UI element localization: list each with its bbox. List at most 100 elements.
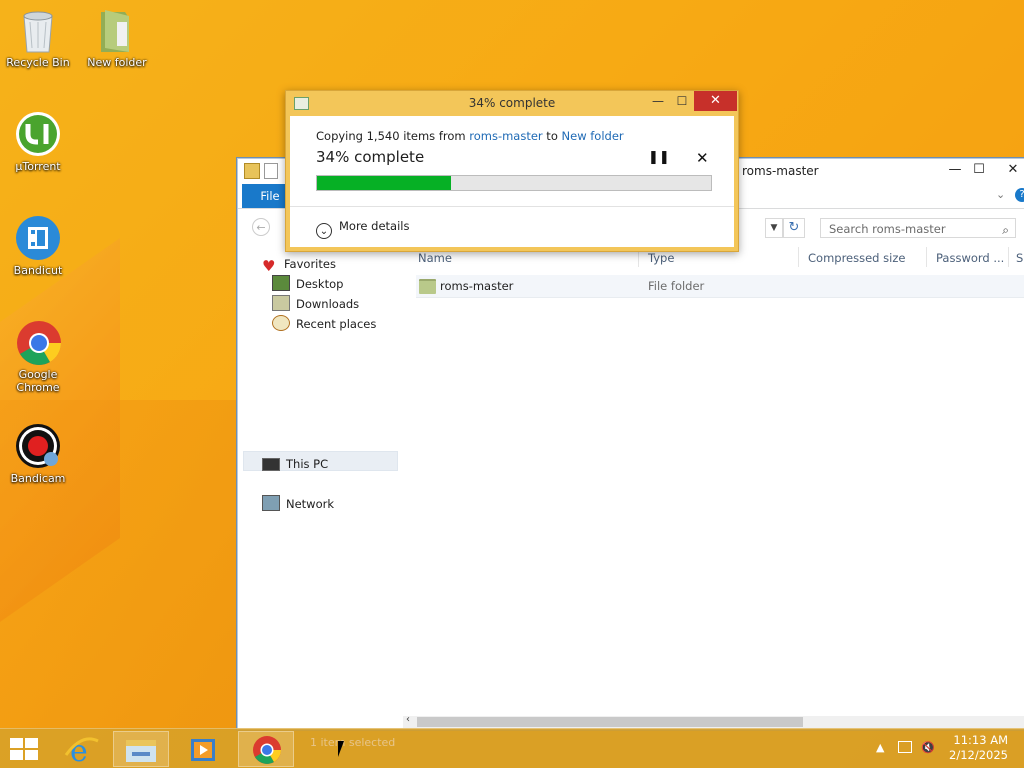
- scrollbar-thumb[interactable]: [417, 717, 803, 727]
- dialog-maximize-button[interactable]: ☐: [672, 91, 692, 111]
- progress-bar: [316, 175, 712, 191]
- navigation-pane: ♥ Favorites Desktop Downloads Recent plac…: [238, 255, 398, 715]
- network-icon: [262, 495, 280, 511]
- pause-button[interactable]: ❚❚: [648, 150, 670, 165]
- taskbar-file-explorer[interactable]: [113, 731, 169, 767]
- nav-item-desktop[interactable]: Desktop: [272, 275, 343, 294]
- column-header-type[interactable]: Type: [648, 251, 674, 265]
- show-hidden-icons-button[interactable]: ▲: [876, 741, 884, 754]
- close-button[interactable]: ✕: [1000, 159, 1024, 183]
- minimize-button[interactable]: —: [942, 159, 968, 183]
- computer-icon: [262, 458, 280, 471]
- maximize-button[interactable]: ☐: [966, 159, 992, 183]
- start-button[interactable]: [10, 738, 38, 760]
- row-name: roms-master: [440, 279, 514, 293]
- desktop-icon-recycle-bin[interactable]: Recycle Bin: [0, 8, 76, 69]
- desktop-icon-bandicam[interactable]: Bandicam: [0, 424, 76, 485]
- desktop-icon-google-chrome[interactable]: Google Chrome: [0, 320, 76, 394]
- divider: [290, 206, 734, 207]
- horizontal-scrollbar[interactable]: ‹: [403, 714, 1024, 728]
- bandicam-icon: [16, 424, 60, 468]
- dialog-body: Copying 1,540 items from roms-master to …: [290, 116, 734, 247]
- desktop-icon-label: Google Chrome: [16, 368, 60, 394]
- column-header-size[interactable]: Si: [1016, 251, 1024, 265]
- start-icon: [10, 738, 23, 748]
- desktop-icon-label: µTorrent: [15, 160, 61, 173]
- search-input[interactable]: Search roms-master ⌕: [820, 218, 1016, 238]
- start-icon-pane: [25, 750, 38, 760]
- nav-label: This PC: [286, 457, 329, 471]
- column-header-name[interactable]: Name: [418, 251, 452, 265]
- copy-prefix: Copying 1,540 items from: [316, 129, 470, 143]
- more-details-label: More details: [339, 219, 410, 233]
- downloads-icon: [272, 295, 290, 311]
- source-link[interactable]: roms-master: [469, 129, 542, 143]
- nav-label: Network: [286, 497, 335, 511]
- scroll-left-icon[interactable]: ‹: [406, 714, 410, 725]
- nav-item-network[interactable]: Network: [262, 495, 334, 514]
- desktop-icon-label: Recycle Bin: [6, 56, 70, 69]
- folder-icon: [95, 8, 139, 52]
- utorrent-icon: [16, 112, 60, 156]
- heart-icon: ♥: [262, 257, 276, 275]
- mouse-cursor-icon: [338, 741, 344, 757]
- nav-label: Downloads: [296, 297, 360, 311]
- nav-label: Recent places: [296, 317, 377, 331]
- nav-item-recent-places[interactable]: Recent places: [272, 315, 376, 334]
- column-separator: [926, 247, 927, 267]
- row-type: File folder: [648, 279, 705, 293]
- dialog-title[interactable]: 34% complete: [286, 91, 738, 115]
- properties-icon[interactable]: [264, 163, 278, 179]
- search-placeholder: Search roms-master: [829, 222, 946, 236]
- clock[interactable]: 11:13 AM 2/12/2025: [949, 733, 1008, 763]
- destination-link[interactable]: New folder: [562, 129, 624, 143]
- refresh-button[interactable]: ↻: [783, 218, 805, 238]
- table-row[interactable]: roms-master File folder: [416, 275, 1024, 298]
- address-dropdown-button[interactable]: ▼: [765, 218, 783, 238]
- nav-item-downloads[interactable]: Downloads: [272, 295, 359, 314]
- desktop-icon-label: New folder: [87, 56, 147, 69]
- progress-label: 34% complete: [316, 148, 425, 166]
- dialog-minimize-button[interactable]: —: [648, 91, 668, 111]
- nav-item-this-pc[interactable]: This PC: [262, 455, 328, 474]
- nav-label: Favorites: [284, 257, 336, 271]
- column-header-compressed-size[interactable]: Compressed size: [808, 251, 905, 265]
- network-tray-icon[interactable]: [898, 741, 912, 753]
- more-details-button[interactable]: ⌄ More details: [316, 219, 409, 239]
- clock-date: 2/12/2025: [949, 748, 1008, 762]
- start-icon-pane: [10, 750, 23, 760]
- help-icon[interactable]: ?: [1015, 188, 1024, 202]
- nav-item-favorites[interactable]: ♥ Favorites: [262, 255, 336, 274]
- column-separator: [1008, 247, 1009, 267]
- recycle-bin-icon: [16, 8, 60, 53]
- chevron-down-icon: ⌄: [316, 223, 332, 239]
- taskbar-media-player[interactable]: [175, 731, 231, 767]
- copy-progress-dialog: 34% complete — ☐ ✕ Copying 1,540 items f…: [285, 90, 739, 252]
- recent-places-icon: [272, 315, 290, 331]
- clock-time: 11:13 AM: [953, 733, 1008, 747]
- taskbar-chrome[interactable]: [238, 731, 294, 767]
- copy-description: Copying 1,540 items from roms-master to …: [316, 129, 624, 143]
- search-icon: ⌕: [1002, 223, 1009, 237]
- desktop-icon-utorrent[interactable]: µTorrent: [0, 112, 76, 173]
- column-header-password[interactable]: Password ...: [936, 251, 1004, 265]
- desktop-icon-bandicut[interactable]: Bandicut: [0, 216, 76, 277]
- start-icon-pane: [25, 738, 38, 748]
- file-list: Name Type Compressed size Password ... S…: [414, 245, 1024, 715]
- cancel-button[interactable]: ✕: [696, 149, 709, 167]
- column-separator: [798, 247, 799, 267]
- taskbar-internet-explorer[interactable]: e: [54, 731, 110, 768]
- chrome-icon: [253, 736, 281, 764]
- folder-icon: [419, 279, 436, 294]
- internet-explorer-icon: e: [64, 734, 99, 768]
- ribbon-expand-icon[interactable]: ⌄: [996, 188, 1005, 201]
- back-button[interactable]: ←: [252, 218, 270, 236]
- progress-fill: [317, 176, 451, 190]
- nav-label: Desktop: [296, 277, 344, 291]
- volume-muted-icon[interactable]: 🔇: [921, 741, 935, 754]
- dialog-close-button[interactable]: ✕: [694, 91, 737, 111]
- desktop-icon-new-folder[interactable]: New folder: [79, 8, 155, 69]
- status-text: 1 item selected: [310, 736, 396, 749]
- chrome-icon: [16, 320, 61, 365]
- explorer-title: roms-master: [742, 164, 819, 178]
